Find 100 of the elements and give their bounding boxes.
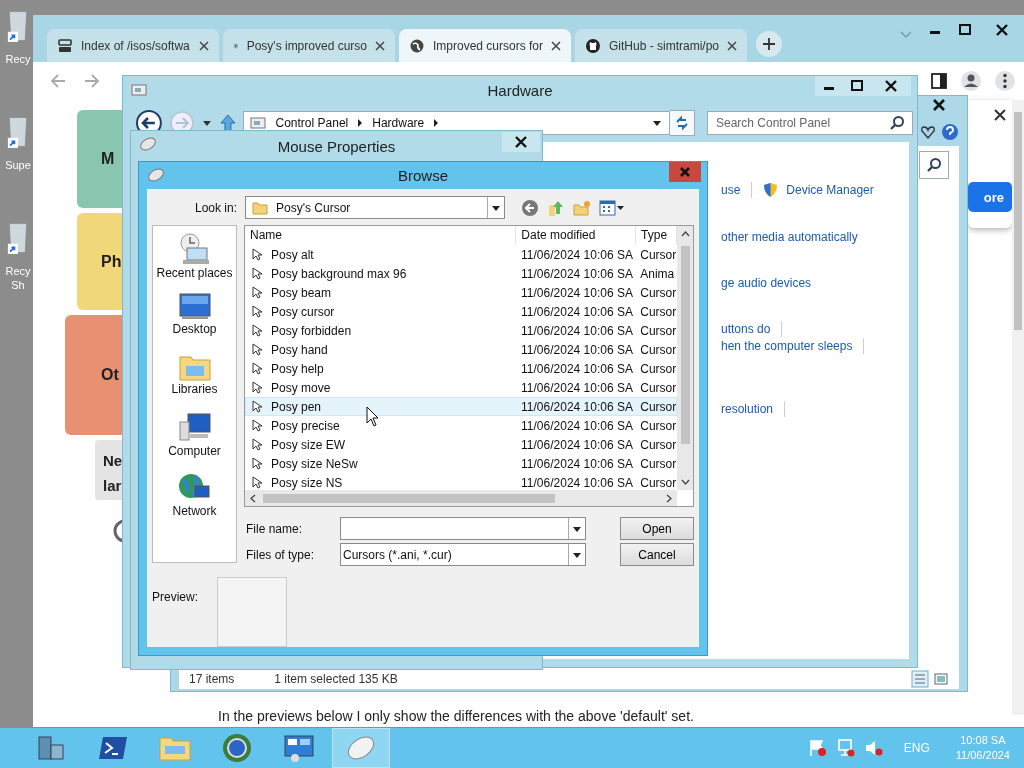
flag-icon[interactable] <box>807 738 828 758</box>
thumbnail-view-icon[interactable] <box>933 671 949 687</box>
cursor-file-icon <box>251 418 263 433</box>
close-tab-icon[interactable] <box>199 40 209 51</box>
breadcrumb-item[interactable]: Hardware <box>372 116 425 130</box>
menu-icon[interactable] <box>994 70 1016 92</box>
file-row[interactable]: Posy alt 11/06/2024 10:06 SA Cursor <box>245 245 677 264</box>
file-row[interactable]: Posy move 11/06/2024 10:06 SA Cursor <box>245 378 677 397</box>
file-row[interactable]: Posy forbidden 11/06/2024 10:06 SA Cursor <box>245 321 677 340</box>
file-row[interactable]: Posy size NS 11/06/2024 10:06 SA Cursor <box>245 473 677 490</box>
vertical-scrollbar[interactable] <box>677 226 693 490</box>
up-arrow-icon[interactable] <box>218 113 237 133</box>
heart-icon[interactable] <box>920 124 936 140</box>
file-row[interactable]: Posy pen 11/06/2024 10:06 SA Cursor <box>245 397 677 416</box>
new-tab-icon[interactable] <box>755 30 783 58</box>
profile-icon[interactable] <box>960 70 982 92</box>
place-item[interactable]: Computer <box>168 412 221 472</box>
settings-link[interactable]: Device Manager <box>786 182 874 197</box>
type-cell-text: Anima <box>639 266 676 281</box>
file-name: Posy move <box>271 380 331 395</box>
search-icon <box>889 115 905 131</box>
breadcrumb-item[interactable]: Control Panel <box>275 116 349 130</box>
place-item[interactable]: Recent places <box>156 232 233 292</box>
date-cell-text: 11/06/2024 10:06 SA <box>520 456 634 471</box>
place-item[interactable]: Libraries <box>171 352 218 412</box>
browser-tab[interactable]: Posy's improved curso <box>223 29 395 62</box>
file-name: Posy background max 96 <box>271 266 407 281</box>
cursor-file-icon <box>251 285 263 300</box>
sidebar-icon[interactable] <box>930 72 948 90</box>
desktop-icon-label: Recy <box>5 52 31 66</box>
file-name: Posy cursor <box>271 304 335 319</box>
close-tab-icon[interactable] <box>551 40 561 51</box>
place-item[interactable]: Network <box>172 472 217 532</box>
file-row[interactable]: Posy cursor 11/06/2024 10:06 SA Cursor <box>245 302 677 321</box>
settings-link[interactable]: hen the computer sleeps <box>721 338 853 353</box>
network-icon[interactable] <box>835 738 856 758</box>
file-row[interactable]: Posy size NeSw 11/06/2024 10:06 SA Cursor <box>245 454 677 473</box>
caret-icon[interactable] <box>200 118 213 128</box>
close-tab-icon[interactable] <box>727 40 737 51</box>
settings-link[interactable]: other media automatically <box>721 229 858 244</box>
server-icon <box>57 37 73 54</box>
control-panel-icon <box>249 115 268 131</box>
search-field[interactable]: Search Control Panel <box>707 111 913 135</box>
desktop-icon-label: Supe <box>5 158 31 172</box>
open-button[interactable]: Open <box>620 517 694 540</box>
close-tab-icon[interactable] <box>375 40 385 51</box>
file-row[interactable]: Posy help 11/06/2024 10:06 SA Cursor <box>245 359 677 378</box>
card-title: Ot <box>101 366 119 384</box>
mouse-pointer-icon <box>366 406 380 428</box>
column-header[interactable]: Date modified <box>516 226 637 245</box>
place-item[interactable]: Desktop <box>172 292 217 352</box>
cursor-file-icon <box>251 475 263 490</box>
mouse-icon <box>139 137 157 151</box>
settings-link[interactable]: resolution <box>721 401 774 416</box>
file-name: Posy precise <box>271 418 340 433</box>
cancel-button[interactable]: Cancel <box>620 543 694 566</box>
back-icon[interactable] <box>521 198 539 217</box>
browser-tab[interactable]: Index of /isos/softwa <box>47 29 219 62</box>
caret-icon[interactable] <box>651 118 664 128</box>
settings-link[interactable]: use <box>721 182 741 197</box>
view-menu-icon[interactable] <box>599 199 625 216</box>
file-row[interactable]: Posy size EW 11/06/2024 10:06 SA Cursor <box>245 435 677 454</box>
date-cell-text: 11/06/2024 10:06 SA <box>520 323 634 338</box>
file-row[interactable]: Posy beam 11/06/2024 10:06 SA Cursor <box>245 283 677 302</box>
file-name: Posy alt <box>271 247 314 262</box>
browser-tab[interactable]: GitHub - simtrami/po <box>575 29 747 62</box>
cursor-file-icon <box>251 342 263 357</box>
settings-link[interactable]: uttons do <box>721 321 771 336</box>
chevron-right-icon[interactable] <box>432 118 441 128</box>
file-type-dropdown[interactable]: Cursors (*.ani, *.cur) <box>340 543 586 566</box>
file-row[interactable]: Posy precise 11/06/2024 10:06 SA Cursor <box>245 416 677 435</box>
column-header[interactable]: Name <box>245 226 517 245</box>
look-in-dropdown[interactable]: Posy's Cursor <box>245 196 505 219</box>
refresh-button[interactable] <box>670 110 695 136</box>
cursor-file-icon <box>251 399 263 414</box>
more-button[interactable]: ore <box>968 182 1012 212</box>
type-cell-text: Cursor <box>639 418 676 433</box>
window-title: Hardware <box>487 81 553 99</box>
type-cell-text: Cursor <box>639 361 676 376</box>
server-icon <box>36 733 66 763</box>
settings-link[interactable]: ge audio devices <box>721 275 812 290</box>
globe-icon <box>221 732 253 764</box>
file-name-field[interactable] <box>340 517 586 540</box>
file-row[interactable]: Posy background max 96 11/06/2024 10:06 SA Anima <box>245 264 677 283</box>
help-icon[interactable] <box>941 123 959 141</box>
close-button[interactable] <box>669 162 701 182</box>
close-icon[interactable] <box>993 108 1007 122</box>
date-cell-text: 11/06/2024 10:06 SA <box>520 247 634 262</box>
date-cell-text: 11/06/2024 10:06 SA <box>520 342 634 357</box>
date-cell-text: 11/06/2024 10:06 SA <box>520 361 634 376</box>
browser-tab[interactable]: Improved cursors for <box>399 29 571 62</box>
close-icon[interactable] <box>502 132 540 152</box>
date-cell-text: 11/06/2024 10:06 SA <box>520 399 634 414</box>
search-button[interactable] <box>919 151 949 179</box>
chevron-right-icon[interactable] <box>356 118 365 128</box>
muted-speaker-icon[interactable] <box>863 738 884 758</box>
shield-icon <box>763 181 779 198</box>
file-row[interactable]: Posy hand 11/06/2024 10:06 SA Cursor <box>245 340 677 359</box>
mouse-icon <box>147 168 165 182</box>
file-name: Posy pen <box>271 399 322 414</box>
